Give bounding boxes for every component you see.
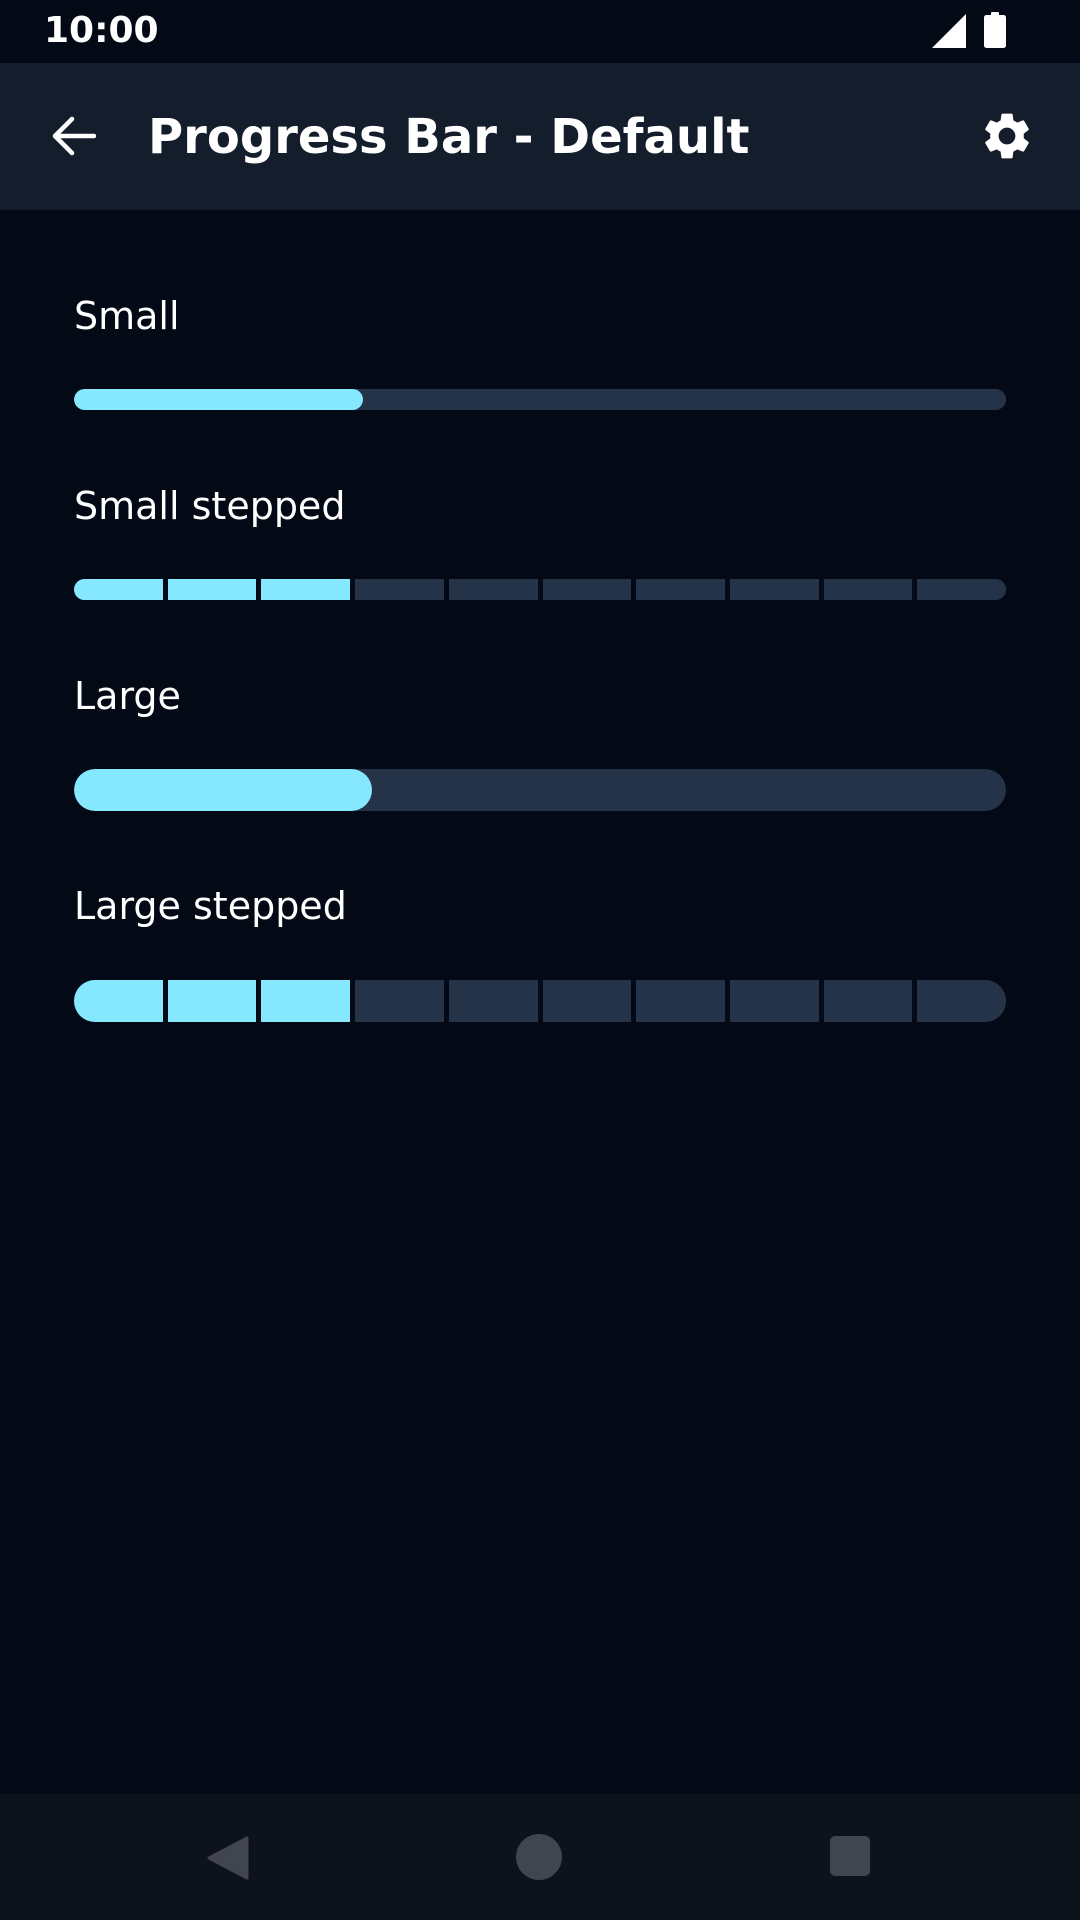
progress-step xyxy=(912,579,1006,600)
progress-step xyxy=(443,579,538,600)
gear-icon xyxy=(985,113,1029,159)
system-nav-bar xyxy=(0,1794,1080,1920)
settings-button[interactable] xyxy=(962,91,1052,181)
progress-step xyxy=(74,579,163,600)
progress-step xyxy=(74,980,163,1022)
progress-step xyxy=(350,980,444,1022)
small-progress-label: Small xyxy=(74,294,180,338)
progress-step xyxy=(724,980,819,1022)
progress-step xyxy=(443,980,538,1022)
progress-step xyxy=(631,579,725,600)
status-time: 10:00 xyxy=(44,10,159,51)
small-stepped-steps xyxy=(74,579,1006,600)
small-progress-bar xyxy=(74,389,1006,410)
progress-step xyxy=(537,579,632,600)
page-title: Progress Bar - Default xyxy=(148,109,750,165)
circle-home-icon[interactable] xyxy=(516,1834,562,1880)
large-stepped-progress-bar xyxy=(74,980,1006,1022)
progress-step xyxy=(350,579,444,600)
app-bar: Progress Bar - Default xyxy=(0,63,1080,210)
progress-step xyxy=(256,579,351,600)
progress-step xyxy=(631,980,725,1022)
progress-step xyxy=(162,579,257,600)
progress-step xyxy=(256,980,351,1022)
small-progress-fill xyxy=(74,389,363,410)
battery-icon xyxy=(984,12,1006,48)
square-recents-icon[interactable] xyxy=(830,1836,870,1876)
triangle-back-icon[interactable] xyxy=(203,1834,251,1882)
small-stepped-progress-bar xyxy=(74,579,1006,600)
arrow-back-icon xyxy=(52,116,96,156)
progress-step xyxy=(818,980,913,1022)
progress-step xyxy=(912,980,1006,1022)
small-stepped-progress-label: Small stepped xyxy=(74,484,346,528)
progress-step xyxy=(162,980,257,1022)
large-stepped-progress-label: Large stepped xyxy=(74,884,347,928)
large-progress-label: Large xyxy=(74,674,181,718)
back-button[interactable] xyxy=(28,91,118,181)
signal-icon xyxy=(932,14,966,48)
large-stepped-steps xyxy=(74,980,1006,1022)
large-progress-bar xyxy=(74,769,1006,811)
status-bar: 10:00 xyxy=(0,0,1080,63)
progress-step xyxy=(724,579,819,600)
progress-step xyxy=(818,579,913,600)
large-progress-fill xyxy=(74,769,373,811)
progress-step xyxy=(537,980,632,1022)
screen: 10:00 Progress Bar - Default Small Small… xyxy=(0,0,1080,1920)
